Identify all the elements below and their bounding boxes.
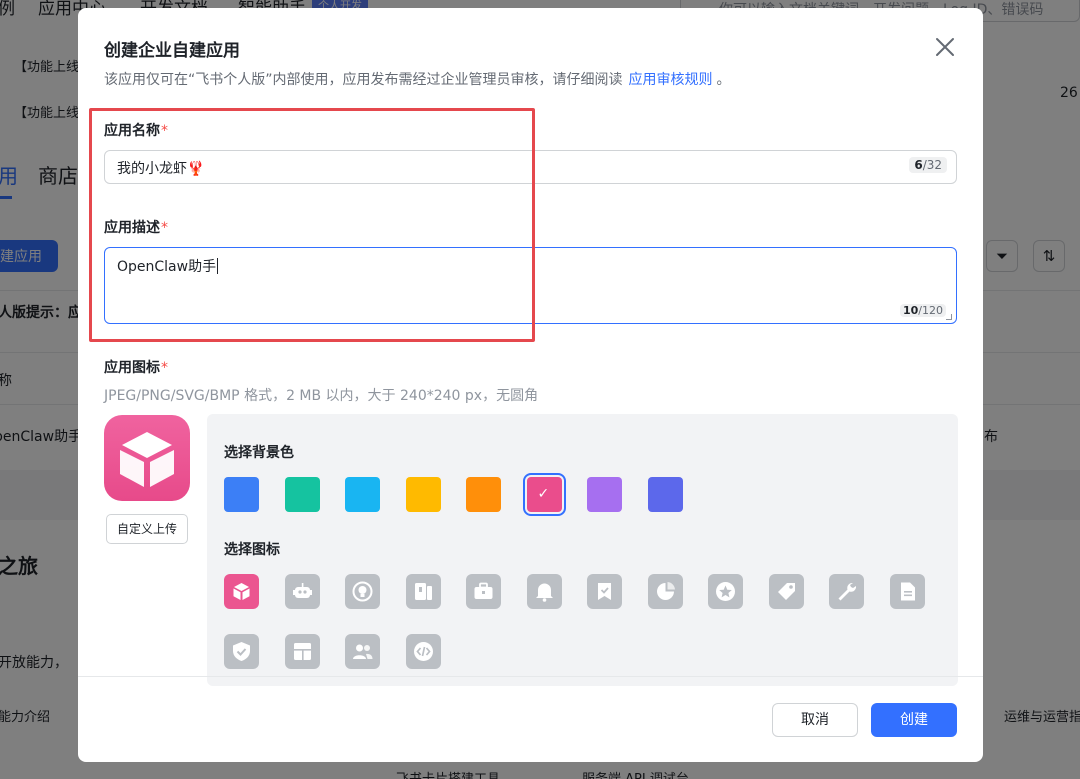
icon-option[interactable] [708, 574, 743, 609]
app-desc-text: OpenClaw助手 [117, 259, 217, 275]
subtitle-text: 该应用仅可在“飞书个人版”内部使用，应用发布需经过企业管理员审核，请仔细阅读 [104, 72, 623, 88]
create-button[interactable]: 创建 [871, 703, 957, 737]
resize-handle[interactable] [946, 314, 952, 320]
dialog-title: 创建企业自建应用 [104, 41, 240, 61]
required-mark: * [161, 220, 168, 236]
icon-option[interactable] [768, 574, 804, 609]
briefcase-icon [474, 582, 493, 599]
dialog-subtitle: 该应用仅可在“飞书个人版”内部使用，应用发布需经过企业管理员审核，请仔细阅读 应用… [104, 69, 731, 89]
icon-option[interactable] [405, 574, 441, 609]
bg-color-swatch[interactable] [345, 477, 380, 512]
document-icon [900, 582, 915, 601]
icon-select-label: 选择图标 [224, 542, 280, 558]
app-desc-max: /120 [918, 304, 943, 317]
bg-color-swatch[interactable] [405, 477, 441, 512]
required-mark: * [161, 360, 168, 376]
book-icon [414, 583, 432, 600]
bg-color-label: 选择背景色 [224, 445, 294, 461]
close-icon[interactable] [934, 36, 956, 58]
tag-icon [777, 583, 795, 600]
icon-option[interactable] [284, 574, 320, 609]
icon-option[interactable] [405, 634, 441, 669]
icon-option[interactable] [224, 574, 259, 609]
review-rules-link[interactable]: 应用审核规则 [629, 72, 713, 88]
app-icon-hint: JPEG/PNG/SVG/BMP 格式，2 MB 以内，大于 240*240 p… [104, 388, 539, 404]
app-name-max: /32 [922, 158, 942, 172]
create-app-dialog: 创建企业自建应用 该应用仅可在“飞书个人版”内部使用，应用发布需经过企业管理员审… [78, 8, 983, 762]
footer-divider [78, 676, 983, 677]
bookmark-icon [598, 583, 611, 600]
text-caret [217, 258, 219, 274]
cube-icon [120, 432, 174, 487]
bell-icon [535, 583, 553, 602]
app-name-input[interactable]: 我的小龙虾🦞 6/32 [104, 150, 957, 184]
icon-option[interactable] [587, 574, 622, 609]
pie-chart-icon [656, 582, 675, 600]
cancel-button[interactable]: 取消 [772, 703, 858, 737]
users-icon [353, 644, 373, 659]
code-icon [413, 642, 433, 661]
app-desc-value: OpenClaw助手 [117, 256, 219, 276]
app-icon-preview [104, 415, 190, 501]
icon-option[interactable] [284, 634, 320, 669]
app-name-count: 6 [914, 158, 923, 172]
icon-picker-panel: 选择背景色 ✓ 选择图标 [207, 414, 958, 686]
wrench-icon [838, 582, 857, 601]
icon-option[interactable] [829, 574, 864, 609]
bg-color-swatch[interactable]: ✓ [522, 473, 566, 516]
bulb-icon [352, 581, 373, 602]
app-name-label: 应用名称* [104, 120, 168, 140]
bg-color-swatch[interactable] [466, 477, 501, 512]
app-icon-label-text: 应用图标 [104, 360, 160, 376]
app-name-label-text: 应用名称 [104, 123, 160, 139]
bg-color-swatch[interactable] [224, 477, 259, 512]
shield-icon [233, 642, 250, 661]
star-icon [716, 582, 735, 601]
subtitle-end: 。 [716, 72, 731, 88]
icon-option[interactable] [345, 634, 380, 669]
app-icon-label: 应用图标* [104, 357, 168, 377]
icon-option[interactable] [526, 574, 562, 609]
bg-color-swatch[interactable] [284, 477, 320, 512]
icon-option[interactable] [345, 574, 380, 609]
app-name-counter: 6/32 [909, 157, 947, 173]
layout-icon [293, 643, 311, 660]
bg-color-swatch[interactable] [587, 477, 622, 512]
bg-color-swatch[interactable] [647, 477, 683, 512]
cube-icon [233, 583, 250, 600]
icon-option[interactable] [647, 574, 683, 609]
app-desc-label: 应用描述* [104, 217, 168, 237]
icon-option[interactable] [466, 574, 501, 609]
app-desc-textarea[interactable]: OpenClaw助手 10/120 [104, 247, 957, 324]
check-icon: ✓ [537, 486, 550, 502]
icon-option[interactable] [889, 574, 925, 609]
app-name-value: 我的小龙虾🦞 [117, 161, 205, 177]
app-desc-counter: 10/120 [899, 304, 946, 317]
custom-upload-button[interactable]: 自定义上传 [106, 514, 188, 544]
app-desc-count: 10 [902, 304, 919, 317]
app-desc-label-text: 应用描述 [104, 220, 160, 236]
icon-option[interactable] [224, 634, 259, 669]
robot-icon [292, 583, 312, 598]
required-mark: * [161, 123, 168, 139]
